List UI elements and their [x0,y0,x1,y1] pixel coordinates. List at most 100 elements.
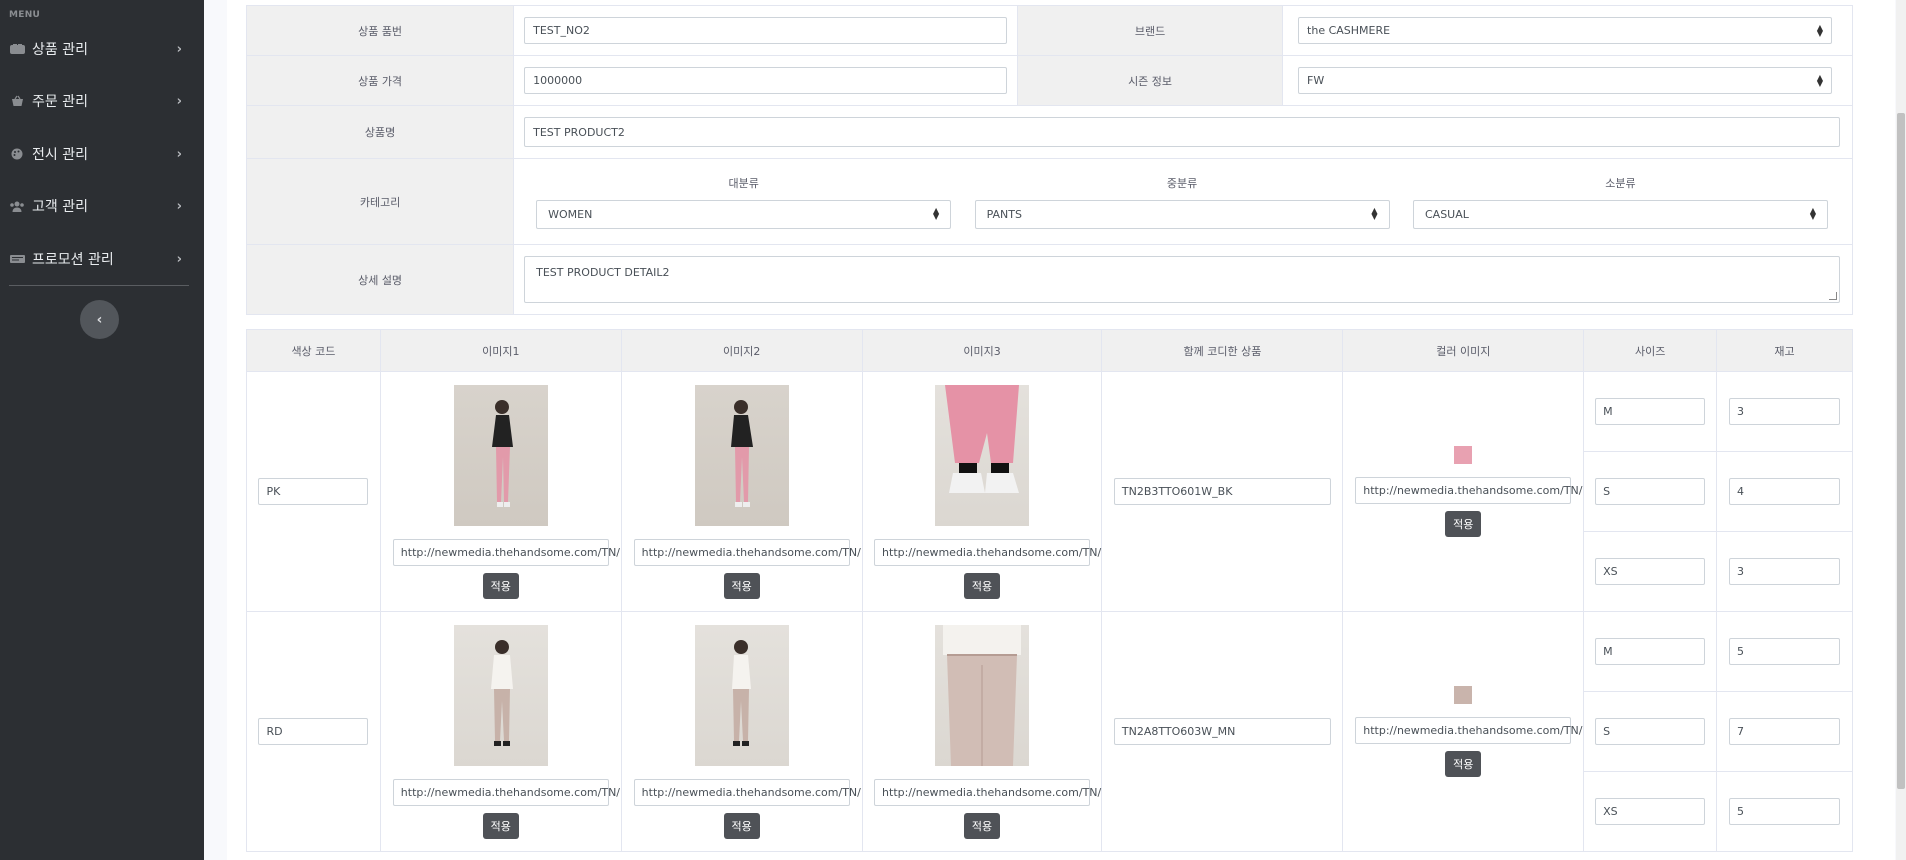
sidebar-collapse-button[interactable]: ‹ [80,300,119,339]
chevron-left-icon: ‹ [96,311,103,328]
stock-input[interactable]: 5 [1729,638,1841,665]
image2-url-input[interactable]: http://newmedia.thehandsome.com/TN/ [633,778,861,806]
menu-title: MENU [9,10,41,20]
sidebar-item-label: 고객 관리 [32,199,88,215]
sidebar-item-display[interactable]: 전시 관리 › [0,134,204,174]
select-caret-icon: ▲ ▼ [1816,72,1823,88]
apply-button[interactable]: 적용 [482,812,519,839]
product-form: 상품 품번 TEST_NO2 브랜드 the CASHMERE ▲ ▼ 상품 가격… [245,5,1853,315]
header-image3: 이미지3 [861,329,1103,372]
stock-input[interactable]: 5 [1729,798,1841,825]
image1-url-input[interactable]: http://newmedia.thehandsome.com/TN/ [392,778,620,806]
category-medium-value: PANTS [986,207,1022,221]
select-caret-icon: ▲ ▼ [1371,206,1378,221]
page-scrollbar[interactable] [1896,0,1906,860]
chevron-right-icon: › [176,41,182,57]
sidebar-divider [9,285,189,286]
main-content: 상품 품번 TEST_NO2 브랜드 the CASHMERE ▲ ▼ 상품 가격… [227,0,1895,860]
product-code-label: 상품 품번 [245,5,515,56]
apply-button[interactable]: 적용 [963,812,1001,839]
header-image1: 이미지1 [379,329,622,372]
chevron-right-icon: › [176,93,182,109]
size-input[interactable]: S [1595,478,1706,505]
header-color-image: 컬러 이미지 [1342,329,1585,372]
stock-input[interactable]: 7 [1729,718,1841,745]
category-small-select[interactable]: CASUAL ▲ ▼ [1412,199,1828,229]
palette-icon [9,148,25,160]
stock-input[interactable]: 3 [1729,558,1841,585]
image3-url-input[interactable]: http://newmedia.thehandsome.com/TN/ [874,538,1101,566]
header-size: 사이즈 [1583,329,1718,372]
stock-input[interactable]: 3 [1729,398,1841,425]
color-code-input[interactable]: RD [258,718,369,745]
size-input[interactable]: XS [1595,558,1706,585]
color-swatch-image [1454,446,1473,464]
product-image [935,624,1030,766]
size-input[interactable]: M [1595,638,1706,665]
sidebar-item-products[interactable]: 상품 관리 › [0,29,204,69]
category-large-label: 대분류 [728,176,759,190]
sidebar-item-customers[interactable]: 고객 관리 › [0,186,204,226]
color-image-url-input[interactable]: http://newmedia.thehandsome.com/TN/ [1355,717,1582,744]
category-large-value: WOMEN [548,207,593,221]
apply-button[interactable]: 적용 [1445,511,1482,537]
sidebar-item-label: 프로모션 관리 [32,252,114,268]
sidebar-item-label: 상품 관리 [32,42,88,58]
resize-handle-icon[interactable] [1829,292,1837,300]
product-image [694,384,789,526]
chevron-right-icon: › [176,251,182,267]
detail-textarea-value: TEST PRODUCT DETAIL2 [536,266,670,279]
apply-button[interactable]: 적용 [1445,751,1482,777]
image3-url-input[interactable]: http://newmedia.thehandsome.com/TN/ [874,778,1101,806]
size-input[interactable]: S [1595,718,1706,745]
sidebar-item-promotions[interactable]: 프로모션 관리 › [0,239,204,279]
select-caret-icon: ▲ ▼ [1816,22,1823,38]
chevron-right-icon: › [176,198,182,214]
chevron-right-icon: › [176,146,182,162]
category-medium-select[interactable]: PANTS ▲ ▼ [974,199,1390,229]
basket-icon [9,95,25,107]
brand-select-value: the CASHMERE [1307,24,1391,37]
detail-textarea[interactable]: TEST PRODUCT DETAIL2 [524,256,1840,303]
sidebar: MENU 상품 관리 › 주문 관리 › 전시 관리 › 고객 관리 › 프로모… [0,0,204,860]
sidebar-item-label: 주문 관리 [32,94,88,110]
season-select-value: FW [1307,74,1325,87]
apply-button[interactable]: 적용 [723,572,760,599]
image1-url-input[interactable]: http://newmedia.thehandsome.com/TN/ [392,538,620,566]
users-icon [9,200,25,212]
product-image [935,384,1030,526]
apply-button[interactable]: 적용 [963,572,1001,599]
product-price-input[interactable]: 1000000 [524,67,1008,94]
brand-select[interactable]: the CASHMERE ▲ ▼ [1298,17,1832,44]
scrollbar-thumb[interactable] [1897,113,1905,789]
color-code-input[interactable]: PK [258,478,369,505]
apply-button[interactable]: 적용 [482,572,519,599]
stock-input[interactable]: 4 [1729,478,1841,505]
header-color-code: 색상 코드 [246,329,381,372]
product-code-input[interactable]: TEST_NO2 [524,17,1008,44]
category-small-value: CASUAL [1424,207,1469,221]
detail-label: 상세 설명 [245,244,515,315]
product-image [694,624,789,766]
product-name-input[interactable]: TEST PRODUCT2 [524,117,1840,147]
product-image [453,384,548,526]
category-selects: 대분류 WOMEN ▲ ▼ 중분류 PANTS ▲ ▼ 소분류 CASUAL ▲… [514,175,1852,229]
category-label: 카테고리 [245,158,515,245]
season-select[interactable]: FW ▲ ▼ [1298,67,1832,94]
coordi-product-input[interactable]: TN2B3TTO601W_BK [1113,478,1331,505]
apply-button[interactable]: 적용 [723,812,760,839]
coordi-product-input[interactable]: TN2A8TTO603W_MN [1113,718,1331,745]
color-image-url-input[interactable]: http://newmedia.thehandsome.com/TN/ [1355,477,1582,504]
size-input[interactable]: M [1595,398,1706,425]
image2-url-input[interactable]: http://newmedia.thehandsome.com/TN/ [633,538,861,566]
category-small-label: 소분류 [1605,176,1636,190]
sidebar-item-orders[interactable]: 주문 관리 › [0,81,204,121]
header-stock: 재고 [1716,329,1853,372]
select-caret-icon: ▲ ▼ [932,206,940,221]
category-medium-label: 중분류 [1166,176,1198,190]
category-large-select[interactable]: WOMEN ▲ ▼ [536,199,952,229]
color-swatch-image [1454,686,1473,704]
size-input[interactable]: XS [1595,798,1706,825]
products-icon [9,43,25,55]
brand-label: 브랜드 [1017,5,1284,56]
